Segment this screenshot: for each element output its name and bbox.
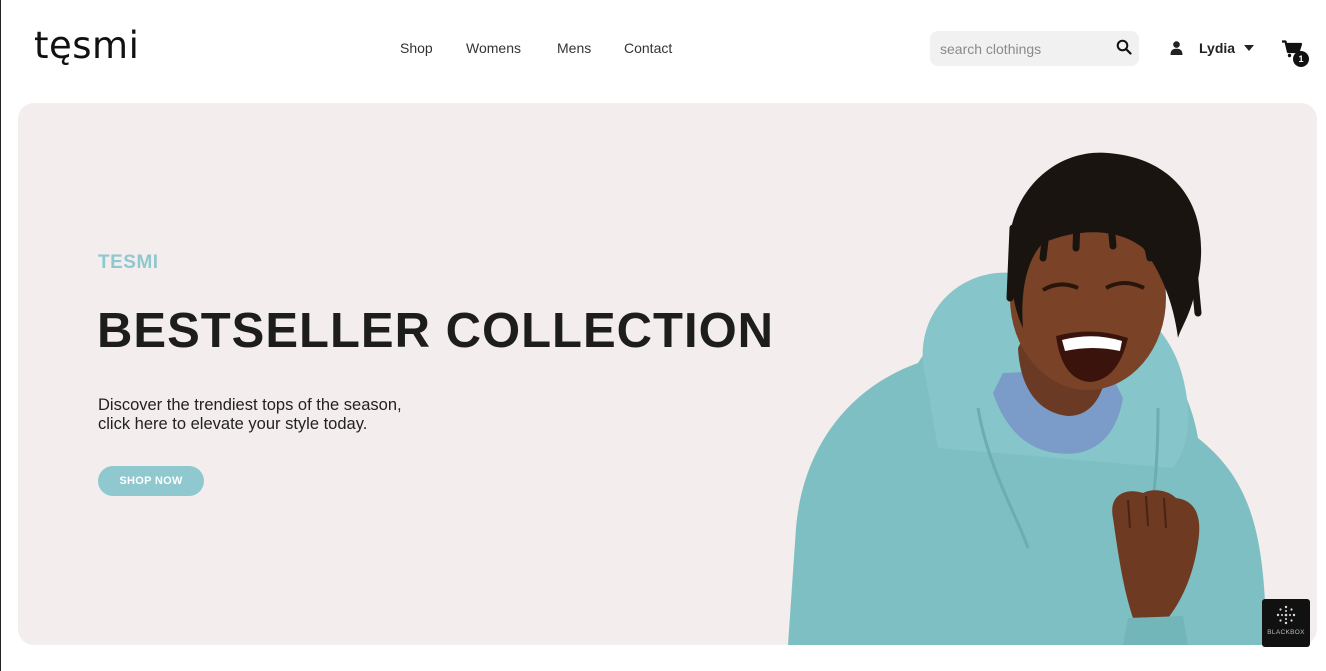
blackbox-label: BLACKBOX [1267, 629, 1305, 636]
cart-button[interactable]: 1 [1282, 38, 1309, 68]
site-header: tęsmi Shop Womens Mens Contact Lydia 1 [1, 0, 1326, 96]
hero-headline: BESTSELLER COLLECTION [97, 304, 775, 358]
user-menu[interactable]: Lydia [1170, 38, 1255, 58]
hero-eyebrow: TESMI [98, 252, 159, 273]
nav-shop-link[interactable]: Shop [400, 38, 466, 58]
search-box [930, 31, 1139, 66]
hero-banner: TESMI BESTSELLER COLLECTION Discover the… [18, 103, 1317, 645]
user-icon [1170, 41, 1183, 55]
hero-model-image [788, 152, 1266, 645]
blackbox-widget[interactable]: BLACKBOX [1262, 599, 1310, 647]
search-input[interactable] [930, 31, 1110, 66]
search-icon[interactable] [1116, 39, 1132, 55]
brand-logo[interactable]: tęsmi [34, 20, 139, 72]
blackbox-logo-icon [1276, 605, 1296, 625]
hero-description: Discover the trendiest tops of the seaso… [98, 396, 478, 434]
nav-mens-link[interactable]: Mens [557, 38, 624, 58]
hero-description-line1: Discover the trendiest tops of the seaso… [98, 396, 402, 414]
nav-contact-link[interactable]: Contact [624, 38, 672, 58]
chevron-down-icon [1244, 45, 1255, 51]
hero-description-line2: click here to elevate your style today. [98, 415, 368, 433]
shop-now-button[interactable]: SHOP NOW [98, 466, 204, 496]
user-name: Lydia [1199, 40, 1236, 56]
nav-womens-link[interactable]: Womens [466, 38, 557, 58]
main-nav: Shop Womens Mens Contact [400, 38, 672, 58]
cart-count-badge: 1 [1293, 51, 1309, 67]
